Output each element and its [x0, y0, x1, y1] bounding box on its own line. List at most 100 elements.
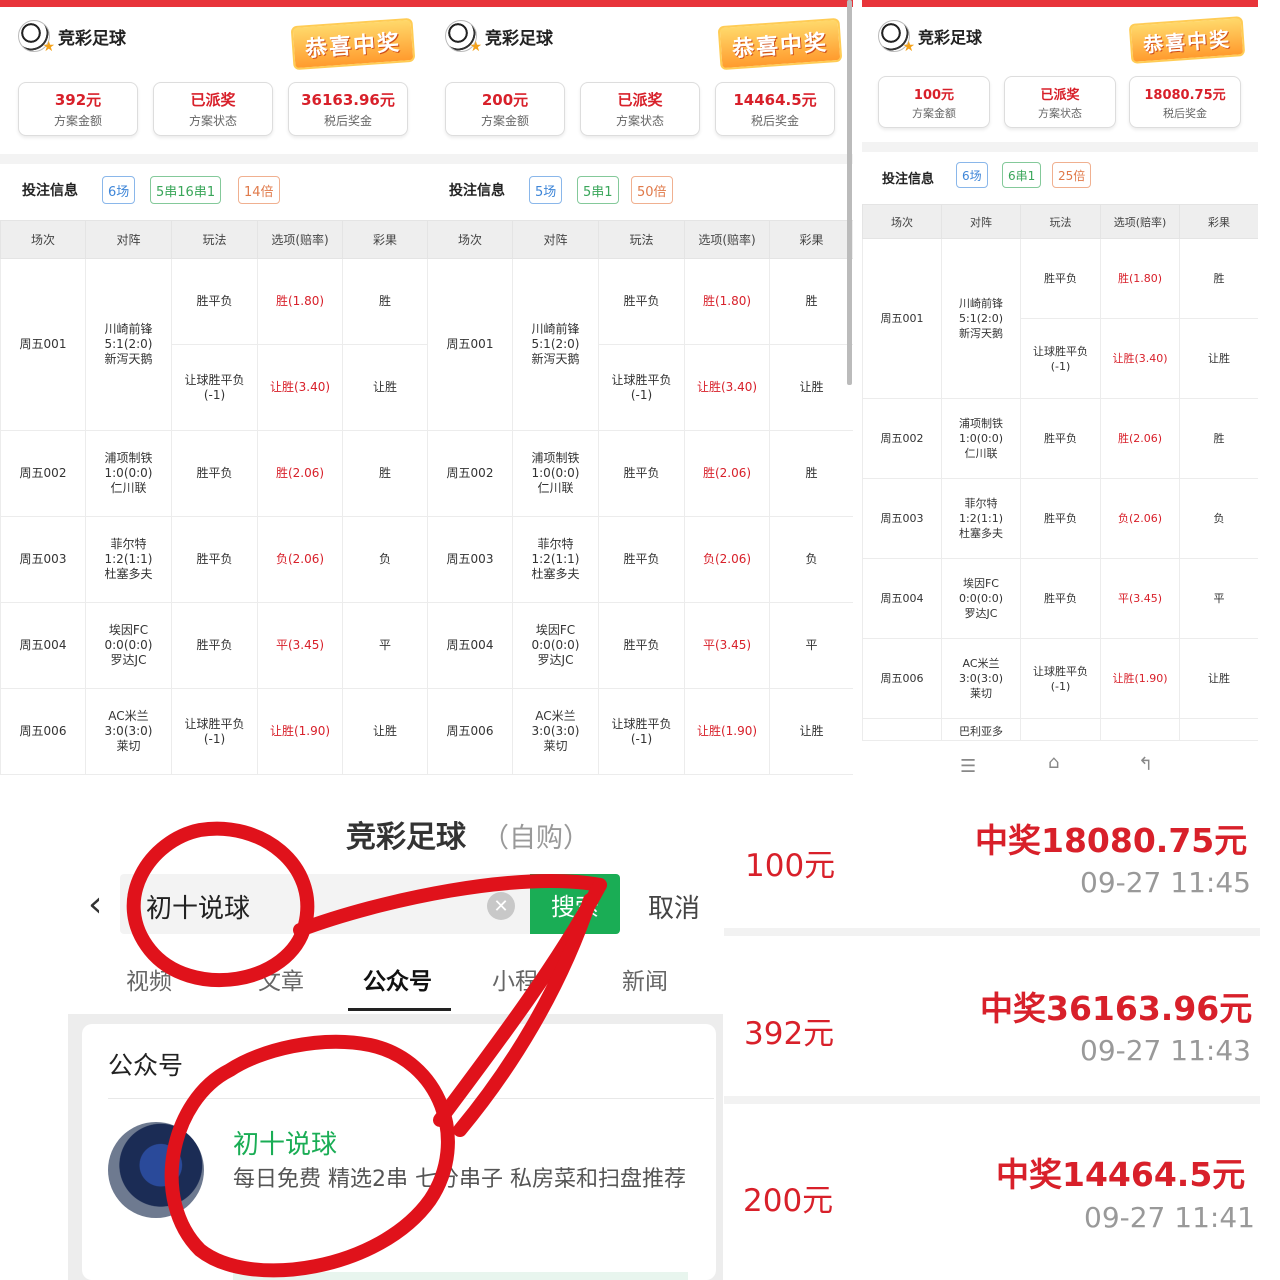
section-divider — [0, 154, 427, 164]
menu-icon[interactable]: ☰ — [960, 756, 976, 775]
header-play: 玩法 — [171, 220, 258, 259]
table-row: 周五001 川崎前锋 5:1(2:0) 新泻天鹅 胜平负 胜(1.80) 胜 — [862, 238, 1258, 399]
football-icon: ★ — [445, 20, 482, 55]
page-subtitle: （自购） — [482, 823, 590, 854]
cancel-button[interactable]: 取消 — [648, 888, 700, 925]
stat-after-tax-prize: 14464.5元 税后奖金 — [715, 82, 835, 136]
app-header: ★ 竞彩足球 — [878, 20, 983, 55]
scrollbar[interactable] — [847, 0, 852, 385]
bet-table: 场次 对阵 玩法 选项(赔率) 彩果 周五001 川崎前锋 5:1(2:0) 新泻天… — [0, 220, 427, 775]
bet-table: 场次 对阵 玩法 选项(赔率) 彩果 周五001 川崎前锋 5:1(2:0) 新泻天… — [427, 220, 853, 775]
section-divider — [862, 142, 1258, 152]
prize-plan-amount: 392元 — [744, 1016, 835, 1052]
bet-info-label: 投注信息 — [22, 183, 78, 199]
table-row: 周五001 川崎前锋 5:1(2:0) 新泻天鹅 胜平负 胜(1.80) 胜 — [427, 258, 853, 431]
table-row: 周五006 AC米兰 3:0(3:0) 莱切 让球胜平负 (-1) 让胜(1.90) 让… — [862, 638, 1258, 719]
header-match-no: 场次 — [0, 220, 86, 259]
header-result: 彩果 — [342, 220, 427, 259]
chip-parlay-type: 5串1 — [577, 176, 619, 204]
search-button[interactable]: 搜索 — [530, 874, 620, 934]
winning-stamp: 恭喜中奖 — [290, 17, 416, 71]
section-divider — [427, 154, 853, 164]
header-result: 彩果 — [769, 220, 853, 259]
app-title: 竞彩足球 — [485, 28, 553, 49]
table-row: 巴利亚多 — [862, 718, 1258, 741]
winning-stamp: 恭喜中奖 — [1128, 16, 1246, 64]
app-header: ★ 竞彩足球 — [18, 20, 126, 55]
top-accent-bar — [0, 0, 427, 7]
header-play: 玩法 — [598, 220, 685, 259]
table-row: 周五003 菲尔特 1:2(1:1) 杜塞多夫 胜平负 负(2.06) 负 — [0, 516, 427, 603]
table-row: 周五006 AC米兰 3:0(3:0) 莱切 让球胜平负 (-1) 让胜(1.90) 让… — [427, 688, 853, 775]
tab-video[interactable]: 视频 — [126, 962, 172, 996]
header-match-no: 场次 — [862, 204, 942, 239]
table-row: 周五004 埃因FC 0:0(0:0) 罗达JC 胜平负 平(3.45) 平 — [0, 602, 427, 689]
stat-after-tax-prize: 18080.75元 税后奖金 — [1129, 76, 1241, 128]
prize-win-amount: 中奖18080.75元 — [975, 821, 1248, 860]
header-option-odds: 选项(赔率) — [257, 220, 343, 259]
winning-stamp: 恭喜中奖 — [717, 17, 843, 71]
stat-plan-amount: 392元 方案金额 — [18, 82, 138, 136]
header-fixture: 对阵 — [85, 220, 172, 259]
bet-info-label: 投注信息 — [882, 172, 935, 187]
top-accent-bar — [427, 0, 853, 7]
divider — [108, 1098, 714, 1099]
account-description: 每日免费 精选2串 七分串子 私房菜和扫盘推荐 — [233, 1167, 686, 1192]
app-title: 竞彩足球 — [58, 28, 126, 49]
chip-multiplier: 14倍 — [238, 176, 280, 204]
stat-plan-status: 已派奖 方案状态 — [153, 82, 273, 136]
page-title: 竞彩足球 — [346, 820, 466, 855]
prize-plan-amount: 100元 — [745, 848, 836, 884]
header-option-odds: 选项(赔率) — [684, 220, 770, 259]
prize-time: 09-27 11:43 — [1080, 1034, 1251, 1067]
bet-table: 场次 对阵 玩法 选项(赔率) 彩果 周五001 川崎前锋 5:1(2:0) 新泻天… — [862, 204, 1258, 741]
chip-parlay-type: 5串16串1 — [150, 176, 222, 204]
table-row: 周五004 埃因FC 0:0(0:0) 罗达JC 胜平负 平(3.45) 平 — [862, 558, 1258, 639]
stat-plan-status: 已派奖 方案状态 — [580, 82, 700, 136]
bet-slip-panel-3: ★ 竞彩足球 恭喜中奖 100元 方案金额 已派奖 方案状态 18080.75元 税后… — [862, 0, 1258, 775]
result-section-title: 公众号 — [108, 1051, 184, 1080]
bet-slip-panel-2: ★ 竞彩足球 恭喜中奖 200元 方案金额 已派奖 方案状态 14464.5元 税后奖… — [427, 0, 853, 775]
stat-plan-amount: 200元 方案金额 — [445, 82, 565, 136]
tab-official-accounts[interactable]: 公众号 — [363, 962, 432, 996]
prize-time: 09-27 11:45 — [1080, 866, 1251, 899]
table-row: 周五003 菲尔特 1:2(1:1) 杜塞多夫 胜平负 负(2.06) 负 — [862, 478, 1258, 559]
home-icon[interactable]: ⌂ — [1048, 752, 1059, 773]
header-play: 玩法 — [1020, 204, 1101, 239]
top-accent-bar — [862, 0, 1258, 7]
search-input[interactable]: 初十说球 — [146, 888, 250, 925]
divider — [724, 928, 1260, 936]
result-footer-bar — [233, 1272, 688, 1280]
stat-plan-amount: 100元 方案金额 — [878, 76, 990, 128]
bet-slip-panel-1: ★ 竞彩足球 恭喜中奖 392元 方案金额 已派奖 方案状态 36163.96元 税后… — [0, 0, 427, 775]
prize-win-amount: 中奖36163.96元 — [980, 989, 1253, 1028]
stat-plan-status: 已派奖 方案状态 — [1004, 76, 1116, 128]
chip-multiplier: 50倍 — [631, 176, 673, 204]
app-header: ★ 竞彩足球 — [445, 20, 553, 55]
tab-articles[interactable]: 文章 — [258, 962, 304, 996]
account-name[interactable]: 初十说球 — [233, 1124, 337, 1161]
chip-multiplier: 25倍 — [1052, 162, 1092, 188]
app-title: 竞彩足球 — [918, 28, 983, 47]
chip-parlay-type: 6串1 — [1002, 162, 1042, 188]
table-row: 周五002 浦项制铁 1:0(0:0) 仁川联 胜平负 胜(2.06) 胜 — [0, 430, 427, 517]
tab-news[interactable]: 新闻 — [622, 962, 668, 996]
header-result: 彩果 — [1179, 204, 1258, 239]
bet-info-label: 投注信息 — [449, 183, 505, 199]
table-row: 周五004 埃因FC 0:0(0:0) 罗达JC 胜平负 平(3.45) 平 — [427, 602, 853, 689]
header-option-odds: 选项(赔率) — [1100, 204, 1180, 239]
chip-match-count: 6场 — [102, 176, 136, 204]
clear-icon[interactable]: ✕ — [487, 892, 515, 920]
table-row: 周五002 浦项制铁 1:0(0:0) 仁川联 胜平负 胜(2.06) 胜 — [862, 398, 1258, 479]
tab-mini-programs[interactable]: 小程序 — [492, 962, 561, 996]
table-row: 周五002 浦项制铁 1:0(0:0) 仁川联 胜平负 胜(2.06) 胜 — [427, 430, 853, 517]
prize-time: 09-27 11:41 — [1084, 1201, 1255, 1234]
header-match-no: 场次 — [427, 220, 513, 259]
football-icon: ★ — [878, 20, 915, 55]
chevron-left-icon[interactable]: ‹ — [88, 884, 102, 925]
header-fixture: 对阵 — [941, 204, 1021, 239]
avatar[interactable] — [108, 1122, 204, 1218]
back-icon[interactable]: ↰ — [1138, 754, 1153, 775]
active-tab-indicator — [348, 1008, 451, 1011]
chip-match-count: 6场 — [956, 162, 988, 188]
